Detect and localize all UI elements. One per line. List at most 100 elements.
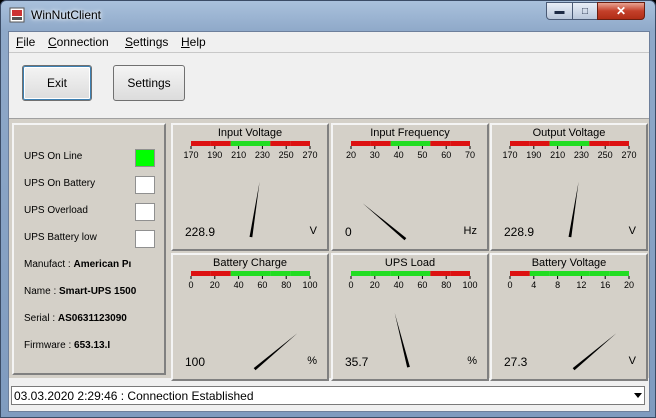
gauge-tick-label: 230 <box>574 150 589 160</box>
gauge-band <box>529 141 550 146</box>
maximize-button[interactable]: □ <box>572 2 598 20</box>
gauge-needle <box>394 312 410 368</box>
menu-help[interactable]: Help <box>181 35 206 49</box>
gauge-tick-label: 12 <box>576 280 586 290</box>
manufacturer-value: American Pı <box>73 259 132 270</box>
gauge-needle <box>568 181 579 238</box>
indicator-label-on-battery: UPS On Battery <box>24 178 96 189</box>
gauge-tick-label: 270 <box>621 150 636 160</box>
indicator-label-overload: UPS Overload <box>24 205 88 216</box>
gauge-band <box>230 271 251 276</box>
gauge-value: 27.3 <box>504 355 528 369</box>
maximize-icon: □ <box>581 5 589 17</box>
gauge-value: 35.7 <box>345 355 369 369</box>
gauge-tick-label: 100 <box>462 280 477 290</box>
serial-value: AS0631123090 <box>57 313 127 324</box>
gauge-tick-label: 70 <box>465 150 475 160</box>
gauge-input-voltage: Input Voltage 170 190 210 230 250 270 228.9 V <box>171 123 329 251</box>
gauge-battery-voltage: Battery Voltage 0 4 8 12 16 20 27.3 V <box>490 253 648 381</box>
serial-row: Serial : AS0631123090 <box>24 313 127 324</box>
gauge-tick-label: 190 <box>207 150 222 160</box>
gauge-band <box>510 271 530 276</box>
gauge-input-frequency: Input Frequency 20 30 40 50 60 70 0 Hz <box>331 123 489 251</box>
gauge-unit: V <box>628 225 636 237</box>
gauge-tick-label: 0 <box>188 280 193 290</box>
status-log-dropdown[interactable]: 03.03.2020 2:29:46 : Connection Establis… <box>11 386 645 405</box>
gauge-band <box>430 271 451 276</box>
gauge-band <box>370 141 391 146</box>
gauge-tick-label: 30 <box>370 150 380 160</box>
gauge-band <box>549 141 570 146</box>
client-area: File Connection Settings Help Exit Setti… <box>8 31 650 412</box>
gauge-band <box>270 141 291 146</box>
indicator-label-battery-low: UPS Battery low <box>24 232 97 243</box>
close-button[interactable]: ✕ <box>597 2 645 20</box>
gauge-tick-label: 40 <box>234 280 244 290</box>
menu-connection[interactable]: Connection <box>48 35 109 49</box>
menu-file[interactable]: File <box>16 35 35 49</box>
gauge-tick-label: 250 <box>279 150 294 160</box>
gauge-band <box>549 271 570 276</box>
gauge-band <box>450 141 470 146</box>
gauge-tick-label: 16 <box>600 280 610 290</box>
gauge-tick-label: 230 <box>255 150 270 160</box>
gauge-unit: V <box>309 225 317 237</box>
gauge-band <box>270 271 291 276</box>
gauge-band <box>351 271 371 276</box>
gauge-needle <box>249 181 260 238</box>
gauge-tick-label: 40 <box>394 280 404 290</box>
gauge-tick-label: 270 <box>302 150 317 160</box>
status-bar: 03.03.2020 2:29:46 : Connection Establis… <box>9 381 649 411</box>
gauge-band <box>210 141 231 146</box>
gauge-tick-label: 190 <box>526 150 541 160</box>
gauge-tick-label: 170 <box>502 150 517 160</box>
gauge-band <box>191 271 211 276</box>
settings-button[interactable]: Settings <box>113 65 185 101</box>
minimize-button[interactable]: ▬ <box>546 2 573 20</box>
gauge-band <box>290 141 310 146</box>
gauge-band <box>510 141 530 146</box>
manufacturer-row: Manufact : American Pı <box>24 259 132 270</box>
gauge-band <box>390 141 411 146</box>
gauge-battery-charge: Battery Charge 0 20 40 60 80 100 100 % <box>171 253 329 381</box>
gauge-ups-load: UPS Load 0 20 40 60 80 100 35.7 % <box>331 253 489 381</box>
gauge-value: 228.9 <box>504 225 535 239</box>
gauge-tick-label: 4 <box>531 280 536 290</box>
gauge-band <box>589 141 610 146</box>
gauge-tick-label: 80 <box>441 280 451 290</box>
gauge-band <box>609 271 629 276</box>
gauge-band <box>351 141 371 146</box>
gauge-unit: Hz <box>463 225 477 237</box>
gauge-band <box>450 271 470 276</box>
dropdown-arrow-icon[interactable] <box>634 393 642 398</box>
gauge-needle <box>362 203 407 241</box>
gauge-band <box>250 141 271 146</box>
close-icon: ✕ <box>615 4 627 18</box>
gauge-value: 228.9 <box>185 225 216 239</box>
gauge-needle <box>253 333 298 371</box>
app-window: WinNutClient ▬ □ ✕ File Connection Setti… <box>0 0 656 418</box>
title-bar[interactable]: WinNutClient ▬ □ ✕ <box>1 1 655 31</box>
gauge-tick-label: 0 <box>507 280 512 290</box>
name-value: Smart-UPS 1500 <box>59 286 137 297</box>
gauge-band <box>210 271 231 276</box>
gauge-unit: % <box>467 355 477 367</box>
gauge-tick-label: 20 <box>370 280 380 290</box>
gauge-tick-label: 50 <box>417 150 427 160</box>
ups-status-panel: UPS On Line UPS On Battery UPS Overload … <box>12 123 166 375</box>
gauge-tick-label: 170 <box>183 150 198 160</box>
gauge-band <box>410 141 431 146</box>
gauge-band <box>569 271 590 276</box>
gauge-band <box>569 141 590 146</box>
gauge-unit: % <box>307 355 317 367</box>
name-row: Name : Smart-UPS 1500 <box>24 286 137 297</box>
exit-button[interactable]: Exit <box>22 65 92 101</box>
indicator-label-online: UPS On Line <box>24 151 83 162</box>
menu-bar: File Connection Settings Help <box>9 32 649 51</box>
indicator-on-battery <box>135 176 155 194</box>
menu-settings[interactable]: Settings <box>125 35 168 49</box>
gauge-tick-label: 20 <box>346 150 356 160</box>
gauge-output-voltage: Output Voltage 170 190 210 230 250 270 228.9 … <box>490 123 648 251</box>
firmware-value: 653.13.I <box>74 340 111 351</box>
gauge-tick-label: 210 <box>231 150 246 160</box>
